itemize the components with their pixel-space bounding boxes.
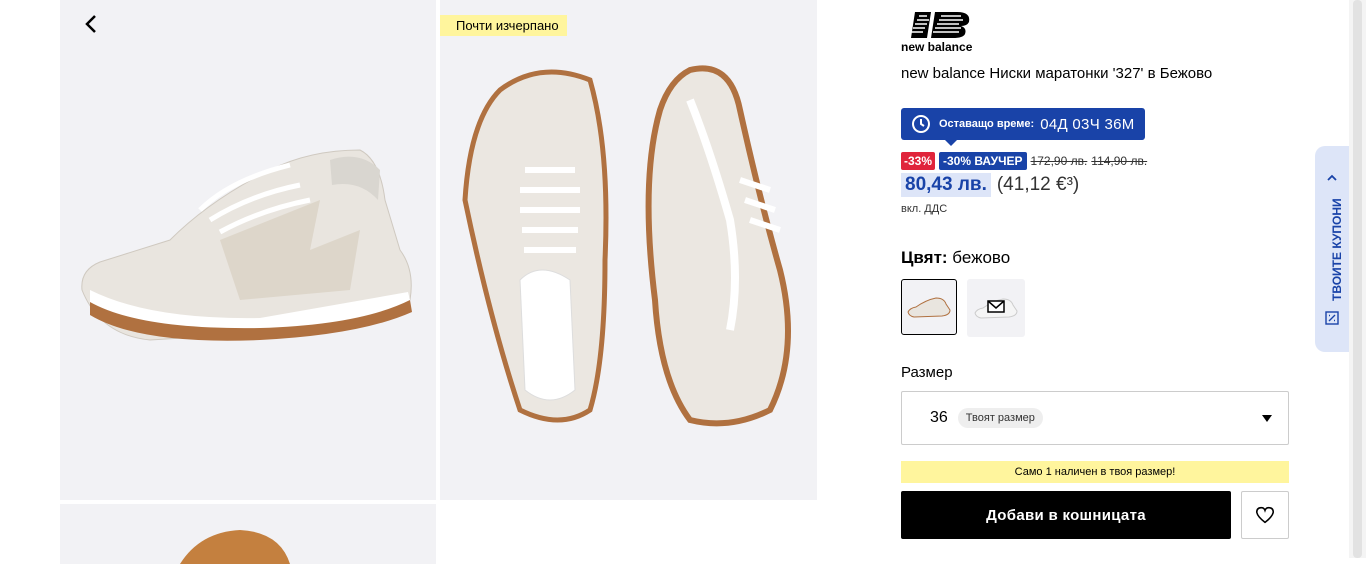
- sneaker-top-image: [462, 65, 791, 427]
- color-value: бежово: [952, 248, 1011, 267]
- color-swatch-beige[interactable]: [901, 279, 957, 335]
- low-stock-badge: Почти изчерпано: [440, 15, 567, 36]
- current-price: 80,43 лв.: [901, 173, 991, 197]
- add-to-cart-button[interactable]: Добави в кошницата: [901, 491, 1231, 539]
- clock-icon: [912, 115, 930, 133]
- new-balance-logo[interactable]: new balance: [901, 10, 981, 55]
- sneaker-sole-image: [180, 530, 290, 564]
- product-title: new balance Ниски маратонки '327' в Бежо…: [901, 65, 1213, 82]
- chevron-up-icon: [1327, 174, 1337, 181]
- color-label: Цвят: бежово: [901, 248, 1010, 268]
- price-badges: -33% -30% ВАУЧЕР 172,90 лв. 114,90 лв.: [901, 152, 1147, 170]
- coupons-label: ТВОИТЕ КУПОНИ: [1330, 198, 1344, 301]
- sneaker-thumbnail-alt: [974, 298, 1018, 319]
- voucher-badge: -30% ВАУЧЕР: [939, 152, 1027, 170]
- scrollbar-thumb[interactable]: [1353, 0, 1362, 558]
- coupons-tab[interactable]: ТВОИТЕ КУПОНИ: [1315, 146, 1349, 352]
- caret-down-icon: [1262, 415, 1272, 422]
- size-select[interactable]: 36 Твоят размер: [901, 391, 1289, 445]
- stock-note: Само 1 наличен в твоя размер!: [901, 461, 1289, 483]
- scrollbar[interactable]: [1349, 0, 1366, 558]
- color-swatch-white[interactable]: [967, 279, 1025, 337]
- your-size-pill: Твоят размер: [957, 408, 1043, 428]
- chevron-left-icon[interactable]: [80, 12, 104, 36]
- current-price-row: 80,43 лв. (41,12 €³): [901, 173, 1079, 197]
- product-gallery: Почти изчерпано: [60, 0, 817, 564]
- size-label: Размер: [901, 364, 953, 381]
- timer-label: Оставащо време:: [939, 118, 1035, 130]
- sneaker-thumbnail: [907, 297, 951, 318]
- timer-value: 04Д 03Ч 36М: [1040, 115, 1135, 133]
- countdown-timer: Оставащо време: 04Д 03Ч 36М: [901, 108, 1145, 146]
- logo-text: new balance: [901, 40, 973, 54]
- sneaker-side-image: [81, 149, 412, 341]
- old-price: 172,90 лв.: [1030, 154, 1088, 168]
- product-image-side[interactable]: [60, 0, 436, 500]
- color-label-title: Цвят:: [901, 248, 948, 267]
- vat-note: вкл. ДДС: [901, 203, 948, 215]
- size-value: 36: [930, 409, 948, 426]
- timer-pointer: [945, 140, 957, 146]
- product-image-top[interactable]: Почти изчерпано: [440, 0, 817, 500]
- wishlist-button[interactable]: [1241, 491, 1289, 539]
- coupon-icon: [1325, 311, 1339, 325]
- heart-icon: [1255, 506, 1275, 524]
- old-price-discounted: 114,90 лв.: [1091, 154, 1148, 168]
- discount-badge: -33%: [901, 152, 936, 170]
- product-image-sole[interactable]: [60, 504, 436, 564]
- eur-price: (41,12 €³): [996, 174, 1080, 195]
